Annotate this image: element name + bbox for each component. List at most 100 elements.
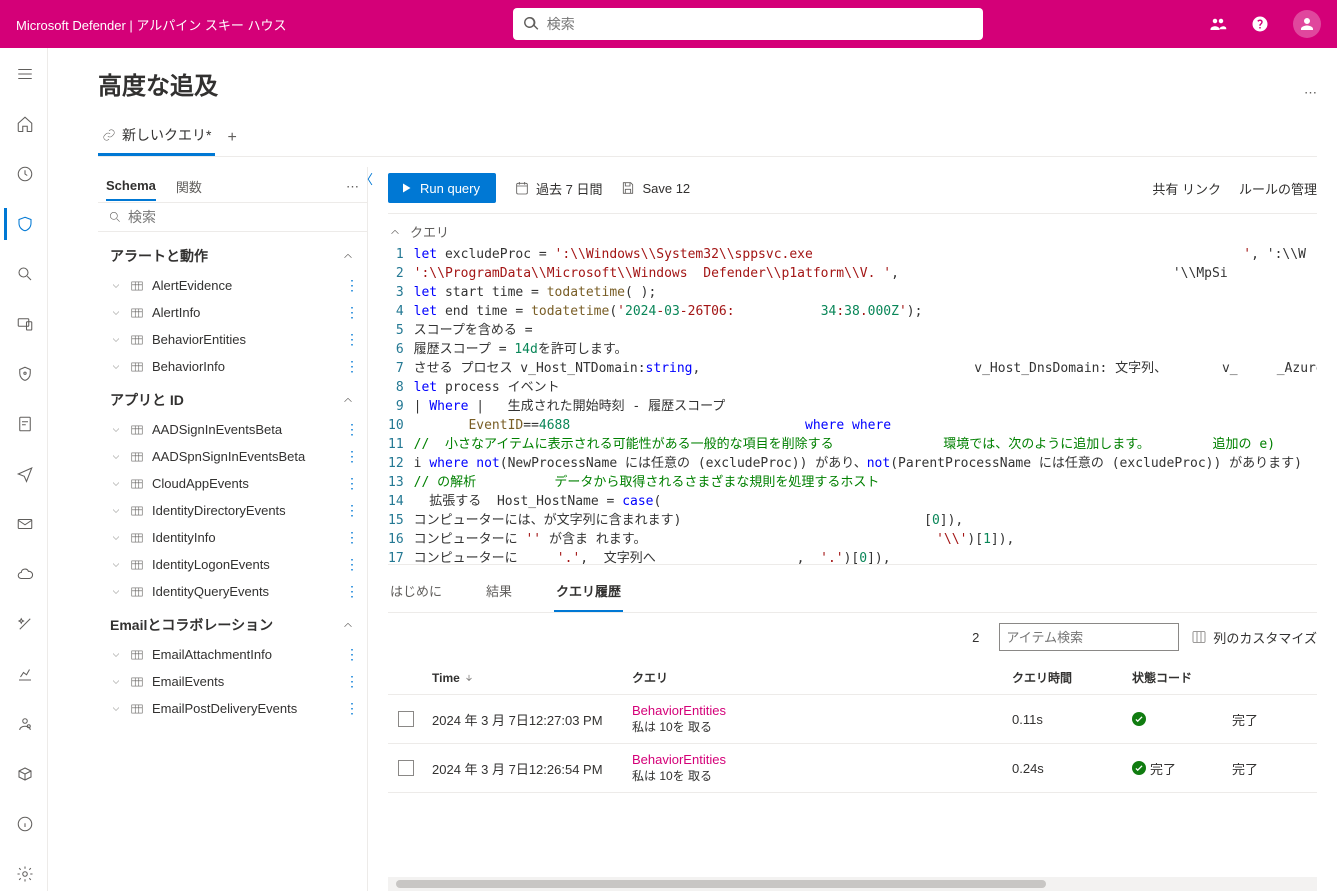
item-more-icon[interactable]: ⋮ [345, 646, 359, 663]
schema-group-header[interactable]: Emailとコラボレーション [98, 605, 367, 641]
table-icon [130, 450, 144, 464]
table-icon [130, 648, 144, 662]
rail-devices[interactable] [4, 308, 44, 340]
table-row[interactable]: 2024 年 3 月 7日12:26:54 PMBehaviorEntities… [388, 744, 1317, 793]
schema-search[interactable] [98, 203, 367, 232]
schema-table-item[interactable]: EmailPostDeliveryEvents⋮ [98, 695, 367, 722]
rail-box[interactable] [4, 758, 44, 790]
schema-table-item[interactable]: EmailEvents⋮ [98, 668, 367, 695]
chevron-down-icon [110, 703, 122, 715]
schema-more-icon[interactable]: ⋯ [346, 179, 359, 195]
item-more-icon[interactable]: ⋮ [345, 700, 359, 717]
rail-lock[interactable] [4, 358, 44, 390]
horizontal-scrollbar[interactable] [388, 877, 1317, 891]
rail-home[interactable] [4, 108, 44, 140]
tab-results[interactable]: 結果 [484, 575, 514, 612]
customize-columns[interactable]: 列のカスタマイズ [1191, 628, 1317, 647]
rail-info[interactable] [4, 808, 44, 840]
schema-table-item[interactable]: IdentityLogonEvents⋮ [98, 551, 367, 578]
schema-group-header[interactable]: アプリと ID [98, 380, 367, 416]
sort-down-icon [464, 673, 474, 683]
global-search[interactable] [513, 8, 983, 40]
item-more-icon[interactable]: ⋮ [345, 673, 359, 690]
rail-send[interactable] [4, 458, 44, 490]
item-more-icon[interactable]: ⋮ [345, 331, 359, 348]
schema-tab-functions[interactable]: 関数 [176, 171, 202, 202]
item-more-icon[interactable]: ⋮ [345, 448, 359, 465]
item-more-icon[interactable]: ⋮ [345, 421, 359, 438]
schema-table-item[interactable]: BehaviorEntities⋮ [98, 326, 367, 353]
chevron-up-icon [341, 249, 355, 263]
rail-search[interactable] [4, 258, 44, 290]
save-label: Save 12 [642, 181, 690, 196]
table-icon [130, 360, 144, 374]
schema-table-item[interactable]: EmailAttachmentInfo⋮ [98, 641, 367, 668]
item-more-icon[interactable]: ⋮ [345, 358, 359, 375]
rail-menu[interactable] [4, 58, 44, 90]
schema-table-item[interactable]: IdentityQueryEvents⋮ [98, 578, 367, 605]
schema-tab-schema[interactable]: Schema [106, 172, 156, 201]
schema-table-item[interactable]: AADSpnSignInEventsBeta⋮ [98, 443, 367, 470]
cell-status [1132, 712, 1232, 726]
item-more-icon[interactable]: ⋮ [345, 502, 359, 519]
item-more-icon[interactable]: ⋮ [345, 475, 359, 492]
help-icon[interactable] [1251, 15, 1269, 33]
run-query-button[interactable]: Run query [388, 173, 496, 203]
chevron-down-icon [110, 559, 122, 571]
th-duration[interactable]: クエリ時間 [1012, 669, 1132, 686]
rail-mail[interactable] [4, 508, 44, 540]
item-more-icon[interactable]: ⋮ [345, 277, 359, 294]
tab-getting-started[interactable]: はじめに [388, 575, 444, 612]
item-more-icon[interactable]: ⋮ [345, 529, 359, 546]
save-button[interactable]: Save 12 [620, 180, 690, 196]
user-avatar[interactable] [1293, 10, 1321, 38]
rail-wand[interactable] [4, 608, 44, 640]
rail-person[interactable] [4, 708, 44, 740]
item-more-icon[interactable]: ⋮ [345, 304, 359, 321]
tab-add[interactable]: + [221, 129, 242, 147]
chevron-up-icon [341, 393, 355, 407]
query-section-header[interactable]: クエリ [388, 214, 1317, 245]
th-query[interactable]: クエリ [632, 669, 1012, 686]
people-icon[interactable] [1209, 15, 1227, 33]
rail-chart[interactable] [4, 658, 44, 690]
row-checkbox[interactable] [398, 711, 414, 727]
th-status[interactable]: 状態コード [1132, 669, 1232, 686]
share-link[interactable]: 共有 リンク [1152, 179, 1221, 198]
item-search-input[interactable] [999, 623, 1179, 651]
item-more-icon[interactable]: ⋮ [345, 556, 359, 573]
schema-table-item[interactable]: AlertEvidence⋮ [98, 272, 367, 299]
brand-title: Microsoft Defender | アルパイン スキー ハウス [16, 15, 287, 34]
th-time[interactable]: Time [432, 671, 460, 685]
rail-cloud[interactable] [4, 558, 44, 590]
schema-table-item[interactable]: IdentityInfo⋮ [98, 524, 367, 551]
rail-shield[interactable] [4, 208, 44, 240]
schema-search-input[interactable] [128, 209, 357, 225]
item-more-icon[interactable]: ⋮ [345, 583, 359, 600]
results-bar: 2 列のカスタマイズ [388, 613, 1317, 661]
schema-table-item[interactable]: BehaviorInfo⋮ [98, 353, 367, 380]
rail-page[interactable] [4, 408, 44, 440]
link-icon [102, 128, 116, 142]
app-header: Microsoft Defender | アルパイン スキー ハウス [0, 0, 1337, 48]
rail-clock[interactable] [4, 158, 44, 190]
collapse-schema-icon[interactable]: 〈 [360, 169, 373, 188]
timerange-picker[interactable]: 過去 7 日間 [514, 179, 602, 198]
chevron-down-icon [110, 361, 122, 373]
results-tabs: はじめに 結果 クエリ履歴 [388, 565, 1317, 613]
rules-link[interactable]: ルールの管理 [1239, 179, 1317, 198]
tab-new-query[interactable]: 新しいクエリ* [98, 119, 215, 156]
tab-history[interactable]: クエリ履歴 [554, 575, 623, 612]
schema-table-item[interactable]: IdentityDirectoryEvents⋮ [98, 497, 367, 524]
code-editor[interactable]: 1 2 3 4 5 6 7 8 9 10 11 12 13 14 15 16 1… [388, 245, 1317, 565]
row-checkbox[interactable] [398, 760, 414, 776]
rail-settings[interactable] [4, 858, 44, 890]
table-row[interactable]: 2024 年 3 月 7日12:27:03 PMBehaviorEntities… [388, 695, 1317, 744]
schema-table-item[interactable]: AADSignInEventsBeta⋮ [98, 416, 367, 443]
page-more-icon[interactable]: ⋯ [1304, 85, 1317, 101]
schema-group-header[interactable]: アラートと動作 [98, 236, 367, 272]
results-count: 2 [972, 630, 979, 645]
schema-table-item[interactable]: AlertInfo⋮ [98, 299, 367, 326]
global-search-input[interactable] [547, 16, 973, 32]
schema-table-item[interactable]: CloudAppEvents⋮ [98, 470, 367, 497]
